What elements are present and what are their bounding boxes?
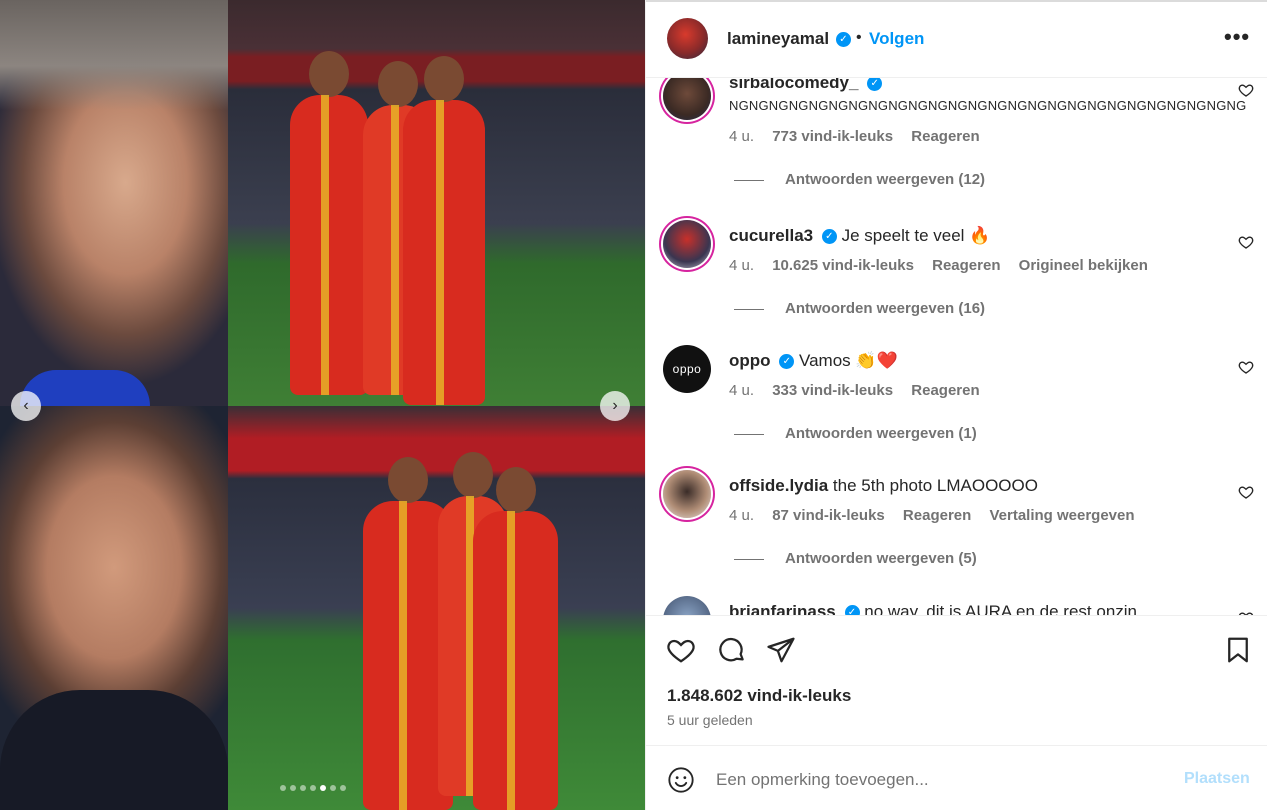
post-actions: 1.848.602 vind-ik-leuks 5 uur geleden: [646, 615, 1267, 745]
see-original-button[interactable]: Origineel bekijken: [1019, 257, 1148, 274]
carousel-dot: [310, 785, 316, 791]
see-translation-button[interactable]: Vertaling weergeven: [989, 507, 1134, 524]
like-heart-icon[interactable]: [666, 635, 696, 665]
photo-coach-bottom: [0, 406, 228, 810]
owner-username[interactable]: lamineyamal: [727, 29, 829, 49]
comment-username[interactable]: cucurella3: [729, 226, 813, 245]
comment-meta: 4 u. 10.625 vind-ik-leuks Reageren Origi…: [729, 257, 1162, 274]
post-comment-button[interactable]: Plaatsen: [1184, 770, 1250, 788]
commenter-avatar[interactable]: [663, 220, 711, 268]
comment-text: Je speelt te veel 🔥: [841, 226, 991, 245]
view-replies-button[interactable]: Antwoorden weergeven (1): [734, 425, 977, 442]
photo-players-top: [228, 0, 645, 406]
verified-badge-icon: ✓: [844, 605, 860, 615]
comment-meta: 4 u. 87 vind-ik-leuks Reageren Vertaling…: [729, 507, 1149, 524]
comment-composer: Plaatsen: [646, 745, 1267, 810]
commenter-avatar[interactable]: [663, 470, 711, 518]
heart-icon[interactable]: [1238, 234, 1254, 250]
comment-bubble-icon[interactable]: [717, 635, 747, 665]
view-replies-button[interactable]: Antwoorden weergeven (12): [734, 171, 985, 188]
carousel-prev-button[interactable]: ‹: [11, 391, 41, 421]
owner-avatar[interactable]: [667, 18, 708, 59]
post-timestamp: 5 uur geleden: [667, 712, 753, 728]
carousel-dot: [320, 785, 326, 791]
comment-meta: 4 u. 333 vind-ik-leuks Reageren: [729, 382, 994, 399]
view-replies-label: Antwoorden weergeven (16): [785, 300, 986, 317]
heart-icon[interactable]: [1238, 484, 1254, 500]
verified-badge-icon: ✓: [821, 229, 837, 245]
commenter-avatar[interactable]: [663, 596, 711, 615]
more-options-button[interactable]: •••: [1224, 24, 1250, 50]
heart-icon[interactable]: [1238, 82, 1254, 98]
carousel-dot: [330, 785, 336, 791]
comment-likes[interactable]: 773 vind-ik-leuks: [772, 128, 893, 145]
view-replies-label: Antwoorden weergeven (1): [785, 425, 977, 442]
share-send-icon[interactable]: [766, 635, 796, 665]
view-replies-label: Antwoorden weergeven (12): [785, 171, 986, 188]
view-replies-button[interactable]: Antwoorden weergeven (5): [734, 550, 977, 567]
comment-time: 4 u.: [729, 507, 755, 524]
chevron-right-icon: ›: [612, 397, 618, 414]
comment-text: the 5th photo LMAOOOOO: [832, 476, 1038, 495]
view-replies-label: Antwoorden weergeven (5): [785, 550, 977, 567]
comment-username[interactable]: offside.lydia: [729, 476, 828, 495]
comment-text: Vamos 👏❤️: [799, 351, 898, 370]
chevron-left-icon: ‹: [23, 397, 29, 414]
comment-likes[interactable]: 333 vind-ik-leuks: [772, 382, 893, 399]
carousel-next-button[interactable]: ›: [600, 391, 630, 421]
comment-text: no way, dit is AURA en de rest onzin: [864, 602, 1138, 615]
comment-username[interactable]: brianfarinass: [729, 602, 836, 615]
comment-body: cucurella3 ✓ Je speelt te veel 🔥: [729, 225, 1219, 247]
reply-button[interactable]: Reageren: [911, 382, 979, 399]
comment-username[interactable]: sirbalocomedy_: [729, 78, 858, 92]
reply-button[interactable]: Reageren: [903, 507, 971, 524]
post-side-panel: lamineyamal ✓ • Volgen ••• sirbalocomedy…: [645, 0, 1267, 810]
post-header: lamineyamal ✓ • Volgen •••: [646, 2, 1267, 78]
comment-time: 4 u.: [729, 257, 755, 274]
commenter-avatar[interactable]: [663, 78, 711, 120]
comment-body: offside.lydia the 5th photo LMAOOOOO: [729, 475, 1219, 497]
carousel-dot: [300, 785, 306, 791]
comment-meta: 4 u. 773 vind-ik-leuks Reageren: [729, 128, 994, 145]
comment-body: oppo ✓ Vamos 👏❤️: [729, 350, 1219, 372]
follow-button[interactable]: Volgen: [869, 29, 924, 49]
photo-coach-top: [0, 0, 228, 406]
reply-button[interactable]: Reageren: [932, 257, 1000, 274]
reply-button[interactable]: Reageren: [911, 128, 979, 145]
verified-badge-icon: ✓: [779, 354, 795, 370]
carousel-dot: [340, 785, 346, 791]
post-media[interactable]: ‹ ›: [0, 0, 645, 810]
comments-list[interactable]: sirbalocomedy_ ✓ NGNGNGNGNGNGNGNGNGNGNGN…: [646, 78, 1267, 615]
comment-time: 4 u.: [729, 382, 755, 399]
comment-username[interactable]: oppo: [729, 351, 771, 370]
heart-icon[interactable]: [1238, 359, 1254, 375]
verified-badge-icon: ✓: [867, 78, 883, 92]
emoji-icon[interactable]: [667, 766, 695, 794]
comment-time: 4 u.: [729, 128, 755, 145]
comment-body: brianfarinass ✓ no way, dit is AURA en d…: [729, 601, 1219, 615]
view-replies-button[interactable]: Antwoorden weergeven (16): [734, 300, 985, 317]
save-bookmark-icon[interactable]: [1223, 635, 1253, 665]
carousel-dot: [280, 785, 286, 791]
photo-players-bottom: [228, 406, 645, 810]
comment-body: sirbalocomedy_ ✓ NGNGNGNGNGNGNGNGNGNGNGN…: [729, 78, 1246, 117]
comment-likes[interactable]: 87 vind-ik-leuks: [772, 507, 885, 524]
carousel-dot: [290, 785, 296, 791]
verified-badge-icon: ✓: [836, 32, 851, 47]
carousel-dots: [280, 785, 346, 791]
like-count[interactable]: 1.848.602 vind-ik-leuks: [667, 686, 851, 706]
comment-text: NGNGNGNGNGNGNGNGNGNGNGNGNGNGNGNGNGNGNGNG…: [729, 98, 1247, 113]
comment-input[interactable]: [716, 768, 1156, 792]
commenter-avatar[interactable]: oppo: [663, 345, 711, 393]
comment-likes[interactable]: 10.625 vind-ik-leuks: [772, 257, 914, 274]
separator-dot: •: [856, 29, 862, 46]
